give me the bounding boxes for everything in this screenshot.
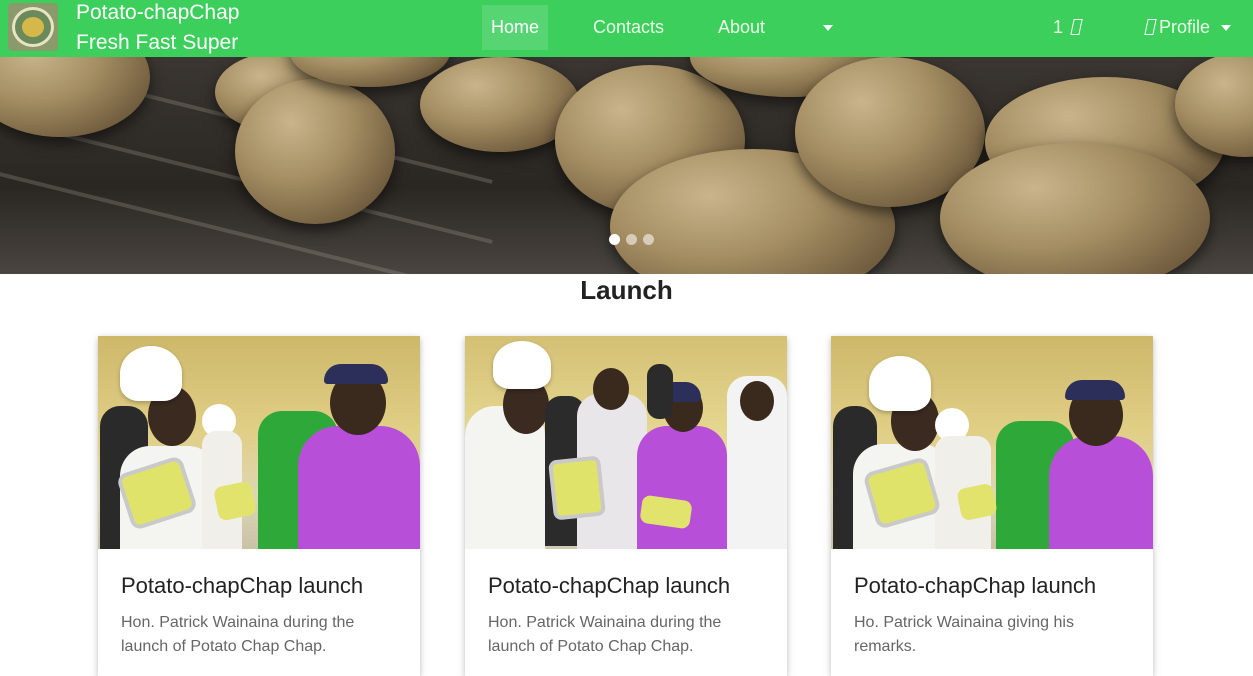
nav-profile-dropdown[interactable]: Profile [1133,5,1240,50]
person-face [740,381,774,421]
section-title: Launch [580,275,673,305]
chips-packet [212,480,258,522]
chevron-down-icon [823,25,833,32]
navbar: Potato-chapChap Fresh Fast Super Home Co… [0,0,1253,57]
carousel-indicator-1[interactable] [609,234,620,245]
cap [324,364,388,384]
brand-name[interactable]: Potato-chapChap [76,0,239,26]
card-text: Hon. Patrick Wainaina during the launch … [121,614,355,655]
carousel-indicator-3[interactable] [643,234,654,245]
nav-home-link[interactable]: Home [482,5,549,50]
launch-card[interactable]: Potato-chapChap launch Hon. Patrick Wain… [98,336,420,676]
chips-packet [548,455,606,521]
brand-logo[interactable] [8,3,58,51]
cart-count: 1 [1053,17,1064,37]
card-photo [831,336,1153,549]
person-figure [647,364,673,419]
card-title: Potato-chapChap launch [488,573,731,598]
brand-tagline: Fresh Fast Super [76,31,239,54]
card-text: Ho. Patrick Wainaina giving his remarks. [854,614,1074,655]
profile-label: Profile [1159,17,1211,37]
chips-packet [956,482,998,522]
cart-icon [1070,19,1083,35]
chevron-down-icon [1221,25,1232,32]
nav-about-link[interactable]: About [709,5,774,50]
user-icon [1144,19,1157,35]
person-purple-shirt [298,426,420,549]
launch-card[interactable]: Potato-chapChap launch Hon. Patrick Wain… [465,336,787,676]
hero-carousel[interactable] [0,57,1253,274]
potato-image [235,79,395,224]
chef-hat [869,356,931,411]
person-purple-shirt [637,426,727,549]
card-title: Potato-chapChap launch [121,573,364,598]
card-photo [465,336,787,549]
nav-cart-link[interactable]: 1 [1044,5,1094,50]
person-purple-shirt [1049,436,1153,549]
potato-image [0,57,150,137]
nav-contacts-link[interactable]: Contacts [584,5,673,50]
chef-hat [493,341,551,389]
nav-more-dropdown[interactable] [814,5,842,50]
logo-potato-icon [22,17,44,37]
cap [1065,380,1125,400]
card-title: Potato-chapChap launch [854,573,1097,598]
card-text: Hon. Patrick Wainaina during the launch … [488,614,722,655]
chef-hat [120,346,182,401]
person-face [593,368,629,410]
card-photo [98,336,420,549]
launch-card[interactable]: Potato-chapChap launch Ho. Patrick Waina… [831,336,1153,676]
carousel-indicator-2[interactable] [626,234,637,245]
